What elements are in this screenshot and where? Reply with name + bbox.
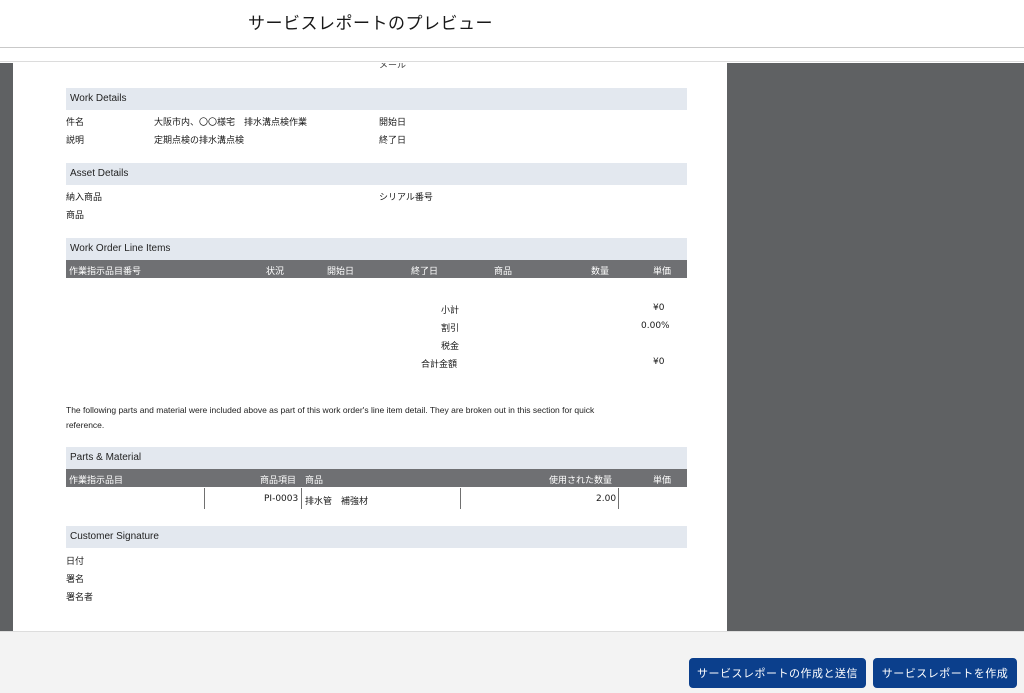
email-label: メール [379,63,407,71]
section-title: Work Details [70,93,127,104]
parts-header: Parts & Material [66,447,687,469]
modal-header: サービスレポートのプレビュー [0,0,1024,48]
report-page: メール Work Details 件名 大阪市内、〇〇様宅 排水溝点検作業 開始… [13,63,727,631]
modal-title: サービスレポートのプレビュー [248,14,493,34]
header-divider [0,48,1024,62]
section-title: Parts & Material [70,452,142,463]
section-title: Customer Signature [70,531,159,542]
installed-product-label: 納入商品 [66,193,103,203]
section-title: Asset Details [70,168,129,179]
start-date-label: 開始日 [379,118,407,128]
total-label: 合計金額 [421,360,458,370]
column-header: 商品 [494,267,513,277]
date-label: 日付 [66,557,85,567]
discount-value: 0.00% [641,321,670,331]
product-label: 商品 [66,211,85,221]
signer-label: 署名者 [66,593,94,603]
preview-viewer[interactable]: メール Work Details 件名 大阪市内、〇〇様宅 排水溝点検作業 開始… [0,63,1024,631]
total-value: ¥0 [653,357,665,367]
column-header: 使用された数量 [549,476,613,486]
discount-label: 割引 [441,324,460,334]
column-header: 状況 [266,267,285,277]
column-header: 商品 [305,476,324,486]
column-header: 数量 [591,267,610,277]
signature-header: Customer Signature [66,526,687,548]
parts-table-header: 作業指示品目 商品項目 商品 使用された数量 単価 [66,469,687,487]
description-label: 説明 [66,136,85,146]
subject-label: 件名 [66,118,85,128]
line-items-header: Work Order Line Items [66,238,687,260]
column-header: 商品項目 [260,476,297,486]
parts-quantity: 2.00 [596,494,617,504]
column-header: 終了日 [411,267,439,277]
column-header: 単価 [653,476,672,486]
modal-footer: サービスレポートの作成と送信 サービスレポートを作成 [0,631,1024,693]
cell-divider [618,488,619,509]
cell-divider [301,488,302,509]
column-header: 開始日 [327,267,355,277]
description-value: 定期点検の排水溝点検 [154,136,245,146]
column-header: 作業指示品目番号 [69,267,142,277]
signature-label: 署名 [66,575,85,585]
work-details-header: Work Details [66,88,687,110]
parts-product: 排水管 補強材 [305,497,369,507]
subject-value: 大阪市内、〇〇様宅 排水溝点検作業 [154,118,308,128]
section-title: Work Order Line Items [70,243,171,254]
create-report-button[interactable]: サービスレポートを作成 [873,658,1017,688]
subtotal-label: 小計 [441,306,460,316]
column-header: 作業指示品目 [69,476,124,486]
asset-details-header: Asset Details [66,163,687,185]
line-items-table-header: 作業指示品目番号 状況 開始日 終了日 商品 数量 単価 [66,260,687,278]
subtotal-value: ¥0 [653,303,665,313]
tax-label: 税金 [441,342,460,352]
cell-divider [204,488,205,509]
end-date-label: 終了日 [379,136,407,146]
parts-note: The following parts and material were in… [66,405,595,430]
serial-number-label: シリアル番号 [379,193,433,203]
create-and-send-report-button[interactable]: サービスレポートの作成と送信 [689,658,866,688]
parts-item-number: PI-0003 [264,494,299,504]
column-header: 単価 [653,267,672,277]
cell-divider [460,488,461,509]
